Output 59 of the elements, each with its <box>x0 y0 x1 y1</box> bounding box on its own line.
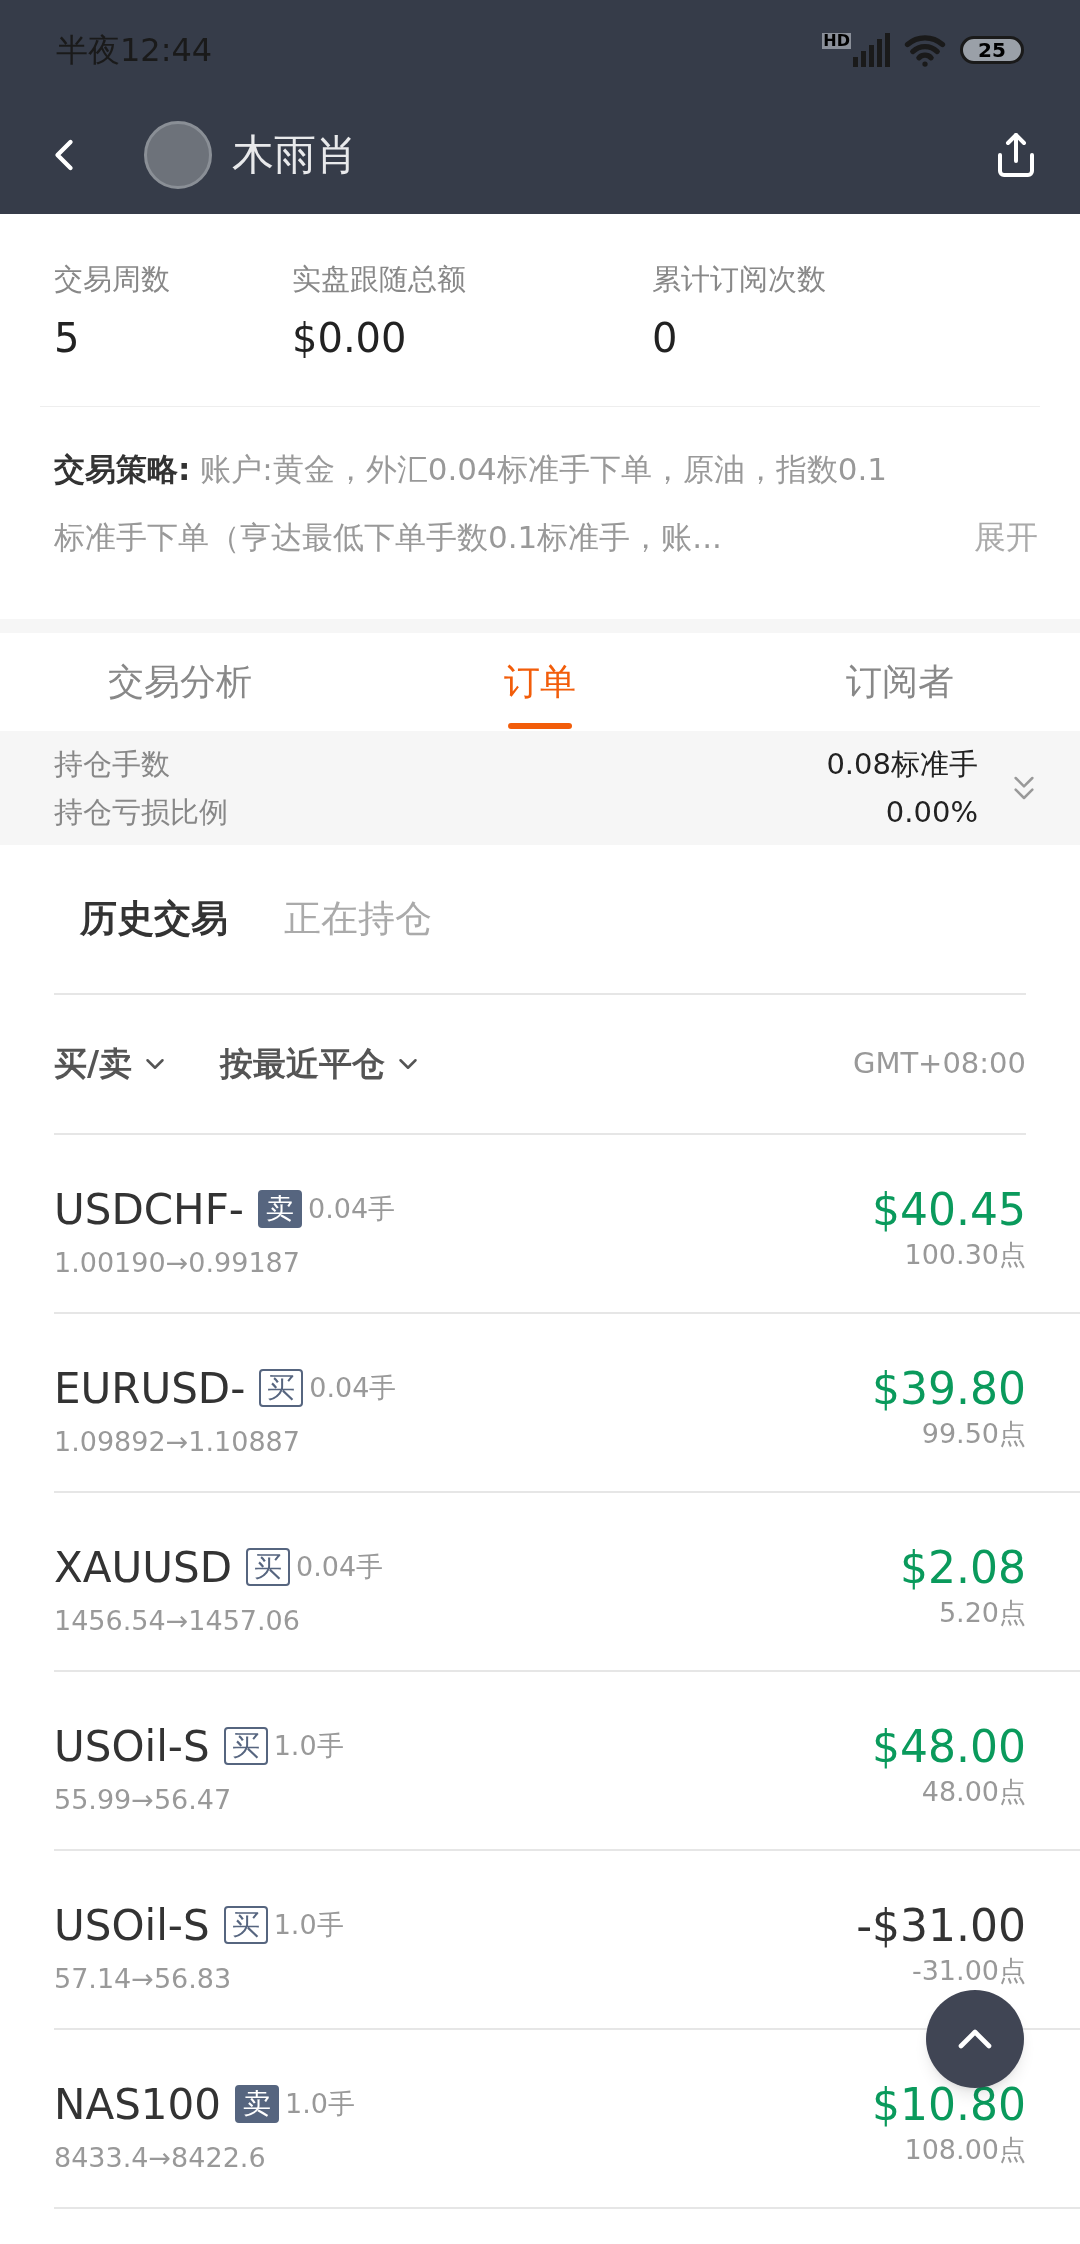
price-range: 8433.4→8422.6 <box>54 2140 267 2175</box>
side-badge: 买 <box>246 1548 290 1587</box>
tab[interactable]: 订阅者 <box>720 633 1080 731</box>
strategy-text: 交易策略: 账户:黄金，外汇0.04标准手下单，原油，指数0.1标准手下单（亨达最低下单手数0.1标准手，账... <box>54 450 889 557</box>
network-type: HD <box>822 32 851 49</box>
points: 48.00点 <box>921 1775 1026 1810</box>
stat-label: 交易周数 <box>54 261 171 298</box>
symbol: USOil-S <box>54 1899 210 1952</box>
profit-amount: $39.80 <box>872 1364 1026 1415</box>
summary-label: 持仓手数 <box>54 746 170 783</box>
side-badge: 买 <box>223 1727 268 1766</box>
symbol: EURUSD- <box>54 1362 246 1415</box>
summary-label: 持仓亏损比例 <box>54 794 228 831</box>
profit-amount: $40.45 <box>872 1185 1026 1236</box>
stat-label: 累计订阅次数 <box>652 261 827 298</box>
lot-size: 0.04手 <box>296 1550 384 1584</box>
battery-icon: 25 <box>960 35 1024 64</box>
symbol: USDCHF- <box>54 1183 244 1236</box>
price-range: 1456.54→1457.06 <box>54 1603 301 1638</box>
stat-label: 实盘跟随总额 <box>292 261 467 298</box>
price-range: 1.09892→1.10887 <box>54 1424 301 1459</box>
profit-amount: $2.08 <box>900 1543 1026 1594</box>
price-range: 57.14→56.83 <box>54 1961 233 1996</box>
profit-amount: $10.80 <box>872 2080 1026 2131</box>
filter-dropdown[interactable]: 按最近平仓 <box>220 1039 424 1089</box>
points: 108.00点 <box>904 2133 1026 2168</box>
tab[interactable]: 订单 <box>360 633 720 731</box>
symbol: USOil-S <box>54 1720 210 1773</box>
stat-value: $0.00 <box>292 313 408 363</box>
side-badge: 卖 <box>235 2085 279 2124</box>
trader-name: 木雨肖 <box>232 129 358 181</box>
points: 100.30点 <box>904 1238 1026 1273</box>
history-tab[interactable]: 历史交易 <box>80 891 228 947</box>
points: 99.50点 <box>921 1417 1026 1452</box>
summary-value: 0.08标准手 <box>826 746 978 783</box>
points: -31.00点 <box>911 1954 1026 1989</box>
lot-size: 1.0手 <box>285 2087 355 2121</box>
side-badge: 卖 <box>257 1190 302 1229</box>
lot-size: 1.0手 <box>273 1908 344 1942</box>
timezone-label: GMT+08:00 <box>852 1045 1026 1083</box>
side-badge: 买 <box>223 1906 268 1945</box>
price-range: 1.00190→0.99187 <box>54 1245 301 1280</box>
lot-size: 1.0手 <box>273 1729 344 1763</box>
stat-value: 5 <box>54 313 81 363</box>
summary-value: 0.00% <box>885 794 978 831</box>
filter-dropdown[interactable]: 买/卖 <box>54 1039 171 1089</box>
price-range: 55.99→56.47 <box>54 1782 233 1817</box>
history-tab[interactable]: 正在持仓 <box>284 891 432 947</box>
lot-size: 0.04手 <box>307 1192 396 1226</box>
symbol: XAUUSD <box>54 1541 232 1594</box>
symbol: NAS100 <box>54 2078 221 2131</box>
points: 5.20点 <box>938 1596 1026 1631</box>
signal-icon <box>853 32 890 67</box>
side-badge: 买 <box>259 1369 304 1408</box>
lot-size: 0.04手 <box>309 1371 397 1405</box>
tab[interactable]: 交易分析 <box>0 633 360 731</box>
profit-amount: -$31.00 <box>856 1901 1026 1952</box>
stat-value: 0 <box>652 313 679 363</box>
profit-amount: $48.00 <box>872 1722 1026 1773</box>
